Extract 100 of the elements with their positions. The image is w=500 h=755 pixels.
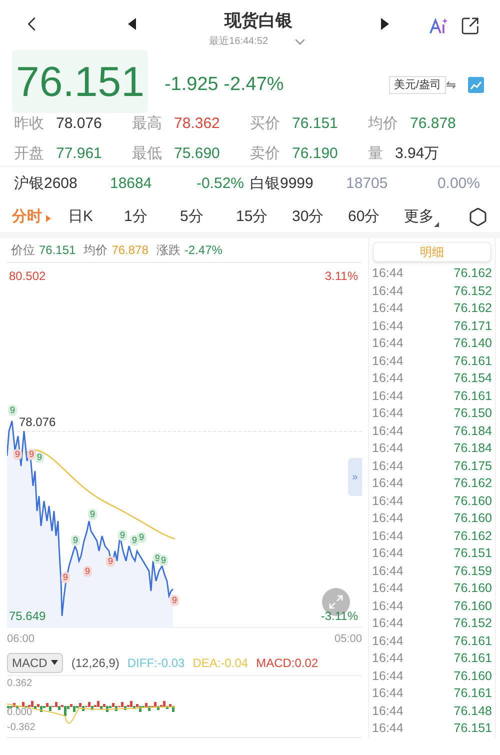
period-tab[interactable]: 15分 [236, 206, 292, 228]
trade-time: 16:44 [372, 685, 404, 702]
related-price: 18684 [110, 174, 153, 194]
price-change: -1.925 -2.47% [164, 72, 284, 97]
trade-price: 76.184 [454, 440, 492, 458]
macd-params: (12,26,9) [71, 654, 120, 672]
stat-value: 76.151 [292, 114, 338, 134]
trade-time: 16:44 [372, 370, 404, 388]
trade-time: 16:44 [372, 598, 404, 615]
trade-price: 76.160 [454, 580, 492, 598]
signal-marker: 9 [137, 532, 146, 543]
stat-value: 78.076 [56, 114, 102, 134]
chart-icon[interactable] [468, 77, 484, 93]
signal-marker: 9 [159, 555, 168, 566]
trade-price: 76.154 [454, 370, 492, 388]
legend-label: 价位 [11, 242, 35, 259]
trade-time: 16:44 [372, 528, 404, 545]
related-change: -0.52% [195, 174, 244, 194]
signal-marker: 9 [118, 530, 128, 541]
trade-time: 16:44 [372, 720, 404, 738]
related-change: 0.00% [436, 174, 480, 194]
trade-price: 76.162 [454, 528, 492, 545]
trade-time: 16:44 [372, 318, 404, 335]
trade-time: 16:44 [372, 458, 404, 475]
stat-label: 最低 [132, 144, 162, 164]
signal-marker: 9 [8, 405, 18, 416]
trade-time: 16:44 [372, 335, 404, 352]
macd-value: MACD:0.02 [256, 654, 318, 672]
trade-time: 16:44 [372, 422, 404, 440]
dea-value: DEA:-0.04 [192, 654, 248, 672]
period-tab[interactable]: 30分 [292, 206, 348, 228]
trade-time: 16:44 [372, 702, 404, 720]
trade-price: 76.162 [454, 475, 492, 492]
trade-time: 16:44 [372, 668, 404, 685]
legend-value: 76.151 [39, 242, 76, 259]
trade-time: 16:44 [372, 352, 404, 370]
trade-price: 76.184 [454, 422, 492, 440]
page-title: 现货白银 [224, 10, 293, 32]
trade-price: 76.162 [454, 300, 492, 318]
trade-price: 76.175 [454, 458, 492, 475]
trade-price: 76.148 [454, 702, 492, 720]
period-tab[interactable]: 日K [68, 206, 124, 228]
trade-price: 76.152 [454, 615, 492, 632]
settings-icon[interactable] [468, 207, 488, 227]
corner-icon [434, 222, 439, 228]
trade-time: 16:44 [372, 580, 404, 598]
indicator-dropdown[interactable]: MACD [7, 652, 64, 672]
stat-label: 均价 [368, 114, 398, 134]
signal-marker: 9 [88, 509, 98, 520]
trade-time: 16:44 [372, 510, 404, 528]
stat-value: 3.94万 [395, 144, 440, 164]
period-tab[interactable]: 1分 [124, 206, 180, 228]
previous-icon[interactable] [128, 18, 136, 30]
trade-time: 16:44 [372, 650, 404, 668]
stat-label: 买价 [250, 114, 280, 134]
trade-price: 76.161 [454, 352, 492, 370]
stat-value: 78.362 [174, 114, 220, 134]
trade-price: 76.151 [454, 720, 492, 738]
legend-value: 76.878 [112, 242, 148, 259]
period-tab[interactable]: 更多 [404, 206, 456, 228]
signal-marker: 9 [170, 595, 180, 606]
stat-label: 最高 [132, 114, 162, 134]
trade-price: 76.161 [454, 388, 492, 405]
signal-marker: 9 [83, 566, 92, 577]
period-tab[interactable]: 60分 [348, 206, 404, 228]
trade-time: 16:44 [372, 405, 404, 422]
trade-time: 16:44 [372, 492, 404, 510]
signal-marker: 9 [61, 572, 70, 583]
period-tab[interactable]: 5分 [180, 206, 236, 228]
related-name[interactable]: 沪银2608 [14, 173, 110, 196]
signal-marker: 9 [27, 449, 36, 460]
trade-time: 16:44 [372, 282, 404, 300]
start-time: 06:00 [7, 632, 35, 647]
trade-time: 16:44 [372, 440, 404, 458]
trade-price: 76.159 [454, 562, 492, 580]
expand-icon [328, 594, 344, 610]
trade-price: 76.150 [454, 405, 492, 422]
top-price: 80.502 [9, 268, 46, 285]
next-icon[interactable] [381, 18, 390, 30]
legend-label: 涨跌 [156, 242, 180, 259]
stat-label: 昨收 [14, 114, 44, 134]
trade-price: 76.152 [454, 282, 492, 300]
unit-swap[interactable]: ⇋ [446, 76, 456, 94]
macd-zero: 0.000 [7, 708, 32, 718]
signal-marker: 9 [71, 535, 80, 546]
trade-price: 76.160 [454, 668, 492, 685]
last-price: 76.151 [12, 50, 148, 112]
signal-marker: 9 [13, 449, 22, 460]
trade-price: 76.160 [454, 598, 492, 615]
stat-label: 量 [368, 144, 383, 164]
bottom-percent: -3.11% [320, 608, 358, 625]
signal-marker: 9 [35, 452, 44, 463]
related-name[interactable]: 白银9999 [250, 173, 346, 196]
stat-value: 75.690 [174, 144, 220, 164]
trade-price: 76.151 [454, 545, 492, 562]
unit-label[interactable]: 美元/盎司 [388, 76, 446, 94]
stat-label: 卖价 [250, 144, 280, 164]
diff-value: DIFF:-0.03 [127, 654, 185, 672]
stat-value: 76.190 [292, 144, 338, 164]
trade-time: 16:44 [372, 265, 404, 282]
